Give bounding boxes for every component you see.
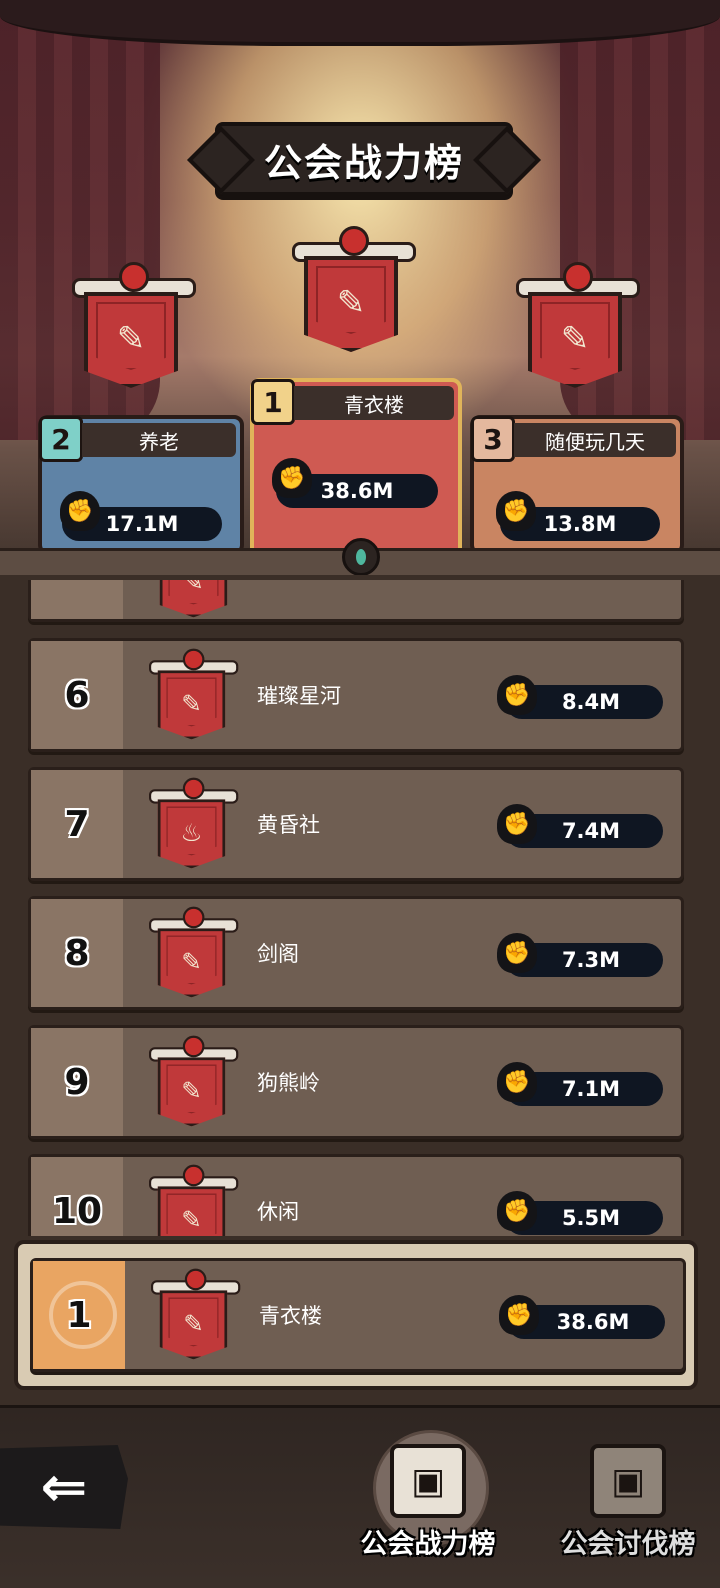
page-title: 公会战力榜 — [263, 140, 464, 185]
rank-number: 1 — [33, 1261, 125, 1369]
guild-banner: ✎ — [149, 906, 239, 998]
rank-badge: 3 — [471, 416, 515, 462]
throne-icon: ▣ — [590, 1444, 666, 1518]
guild-name: 剑阁 — [257, 942, 299, 966]
table-row[interactable]: 8 ✎ 剑阁 ✊ 7.3M — [28, 896, 684, 1010]
guild-name: 随便玩几天 — [514, 423, 676, 457]
brush-icon: ✎ — [181, 1076, 202, 1106]
podium-card-rank1[interactable]: 1 青衣楼 ✊ 38.6M — [250, 378, 462, 558]
brush-icon: ✎ — [336, 283, 366, 323]
fist-icon: ✊ — [497, 1062, 537, 1102]
my-guild-row[interactable]: 1 ✎ 青衣楼 ✊ 38.6M — [30, 1258, 686, 1372]
table-row[interactable]: 9 ✎ 狗熊岭 ✊ 7.1M — [28, 1025, 684, 1139]
podium-card-rank2[interactable]: 2 养老 ✊ 17.1M — [38, 415, 244, 555]
fist-icon: ✊ — [499, 1295, 539, 1335]
guild-banner: ✎ — [151, 580, 236, 618]
guild-name: 休闲 — [257, 1200, 299, 1224]
flame-icon: ♨ — [180, 818, 203, 848]
title-plaque: 公会战力榜 — [215, 122, 513, 196]
guild-name: 黄昏社 — [257, 813, 320, 837]
guild-banner: ♨ — [149, 777, 239, 869]
guild-banner-rank1[interactable]: ✎ — [292, 226, 416, 352]
rank-badge: 1 — [251, 379, 295, 425]
brush-icon: ✎ — [560, 319, 590, 359]
guild-banner: ✎ — [151, 1268, 241, 1360]
stage-header: 公会战力榜 ✎ ✎ ✎ 2 养老 ✊ 17.1M 1 青衣楼 ✊ 38.6M 3… — [0, 0, 720, 575]
table-row[interactable]: 7 ♨ 黄昏社 ✊ 7.4M — [28, 767, 684, 881]
throne-icon: ▣ — [390, 1444, 466, 1518]
rank-number: 10 — [31, 1157, 123, 1236]
rank-number: 8 — [31, 899, 123, 1007]
rank-badge: 2 — [39, 416, 83, 462]
rank-number: 7 — [31, 770, 123, 878]
guild-banner: ✎ — [149, 1035, 239, 1127]
tab-guild-power-ranking[interactable]: ▣ 公会战力榜 — [348, 1430, 508, 1580]
guild-banner: ✎ — [149, 1164, 239, 1236]
my-guild-panel: 1 ✎ 青衣楼 ✊ 38.6M — [14, 1240, 698, 1390]
fist-icon: ✊ — [497, 1191, 537, 1231]
rank-number: 6 — [31, 641, 123, 749]
brush-icon: ✎ — [183, 580, 204, 597]
ranking-list[interactable]: ✎ 6 ✎ 璀璨星河 ✊ 8.4M 7 ♨ 黄昏社 ✊ 7.4M 8 ✎ 剑阁 … — [0, 580, 720, 1236]
brush-icon: ✎ — [116, 319, 146, 359]
tab-label: 公会讨伐榜 — [560, 1529, 696, 1560]
rank-number: 9 — [31, 1028, 123, 1136]
table-row[interactable]: 6 ✎ 璀璨星河 ✊ 8.4M — [28, 638, 684, 752]
brush-icon: ✎ — [181, 947, 202, 977]
fist-icon: ✊ — [497, 675, 537, 715]
back-button[interactable]: ⇐ — [0, 1445, 128, 1529]
guild-banner-rank2[interactable]: ✎ — [72, 262, 196, 388]
brush-icon: ✎ — [181, 1205, 202, 1235]
fist-icon: ✊ — [497, 933, 537, 973]
rank-number — [31, 580, 123, 619]
tab-guild-raid-ranking[interactable]: ▣ 公会讨伐榜 — [548, 1430, 708, 1580]
guild-banner: ✎ — [149, 648, 239, 740]
brush-icon: ✎ — [183, 1309, 204, 1339]
fist-icon: ✊ — [60, 491, 100, 531]
fist-icon: ✊ — [497, 804, 537, 844]
guild-name: 养老 — [82, 423, 236, 457]
back-arrow-icon: ⇐ — [40, 1454, 88, 1520]
guild-name: 狗熊岭 — [257, 1071, 320, 1095]
guild-name: 青衣楼 — [259, 1304, 322, 1328]
fist-icon: ✊ — [496, 491, 536, 531]
table-row[interactable]: ✎ — [28, 580, 684, 622]
brush-icon: ✎ — [181, 689, 202, 719]
fist-icon: ✊ — [272, 458, 312, 498]
guild-name: 青衣楼 — [294, 386, 454, 420]
podium-card-rank3[interactable]: 3 随便玩几天 ✊ 13.8M — [470, 415, 684, 555]
table-row[interactable]: 10 ✎ 休闲 ✊ 5.5M — [28, 1154, 684, 1236]
stage-valance — [0, 0, 720, 46]
tab-label: 公会战力榜 — [360, 1529, 496, 1560]
eye-icon — [342, 538, 380, 575]
guild-banner-rank3[interactable]: ✎ — [516, 262, 640, 388]
guild-name: 璀璨星河 — [257, 684, 341, 708]
